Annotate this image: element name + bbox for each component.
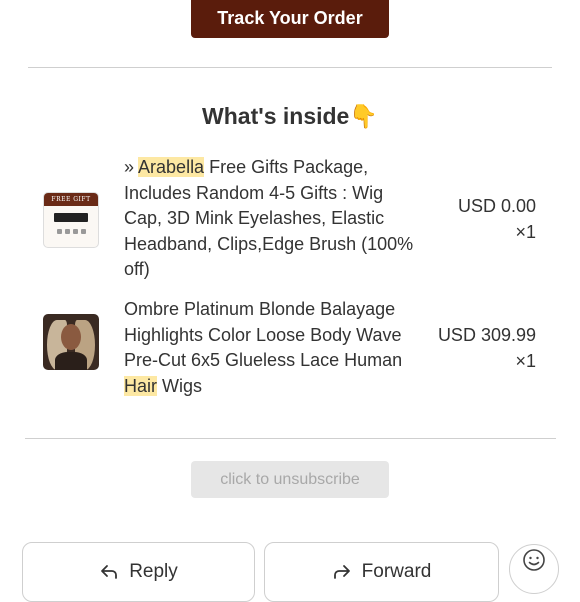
reply-button[interactable]: Reply — [22, 542, 255, 602]
price-value: USD 309.99 — [437, 325, 536, 345]
pointing-down-emoji-icon: 👇 — [349, 103, 378, 129]
highlighted-text: Arabella — [138, 157, 205, 177]
track-order-label: Track Your Order — [217, 7, 363, 28]
unsubscribe-button[interactable]: click to unsubscribe — [191, 461, 389, 498]
emoji-reaction-button[interactable] — [509, 544, 559, 594]
wig-model-image[interactable] — [43, 314, 99, 370]
divider — [25, 438, 556, 439]
item-price: USD 0.00 ×1 — [406, 193, 536, 245]
divider — [28, 67, 552, 68]
unsubscribe-label: click to unsubscribe — [220, 470, 360, 488]
forward-button[interactable]: Forward — [264, 542, 499, 602]
forward-label: Forward — [361, 561, 432, 582]
forward-arrow-icon — [332, 561, 352, 601]
gift-package-image[interactable]: FREE GIFT — [43, 192, 99, 248]
smiley-icon — [522, 548, 546, 577]
thumb-label: FREE GIFT — [44, 193, 98, 206]
quantity: ×1 — [515, 222, 536, 242]
item-price: USD 309.99 ×1 — [406, 322, 536, 374]
item-description: » Arabella Free Gifts Package, Includes … — [124, 157, 414, 280]
quantity: ×1 — [515, 351, 536, 371]
highlighted-text: Hair — [124, 375, 158, 396]
section-title: What's inside👇 — [202, 103, 378, 129]
price-value: USD 0.00 — [457, 196, 536, 216]
item-description: Ombre Platinum Blonde Balayage Highlight… — [124, 299, 403, 396]
reply-arrow-icon — [99, 561, 119, 601]
track-order-button[interactable]: Track Your Order — [191, 0, 389, 38]
reply-label: Reply — [129, 561, 178, 582]
